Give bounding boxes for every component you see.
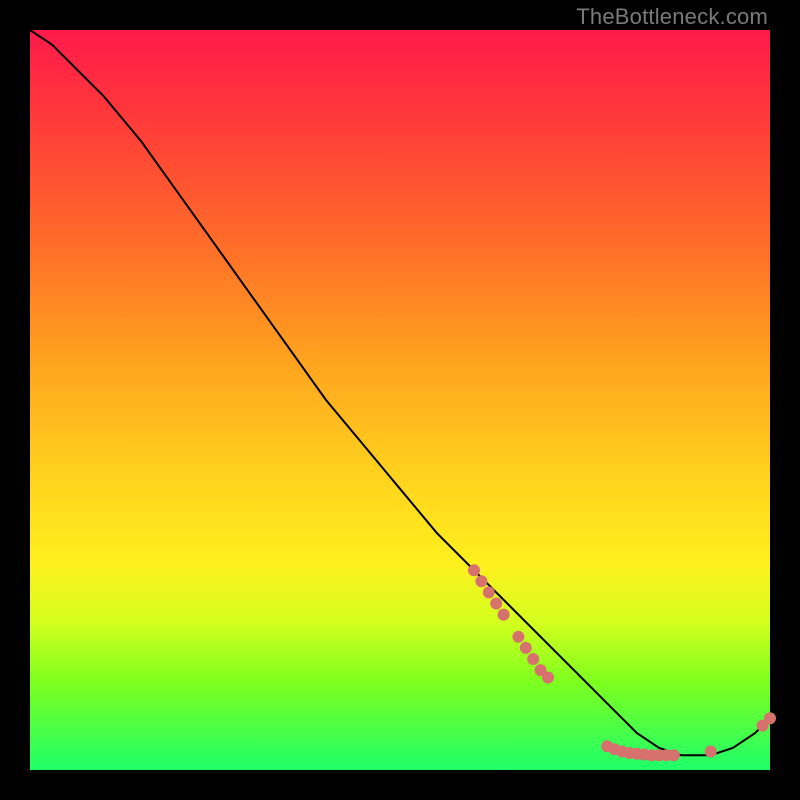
chart-svg <box>30 30 770 770</box>
data-point <box>527 653 539 665</box>
data-point <box>764 712 776 724</box>
data-point <box>668 749 680 761</box>
data-point <box>542 672 554 684</box>
data-point <box>498 609 510 621</box>
data-point <box>705 746 717 758</box>
data-points <box>468 564 776 761</box>
data-point <box>468 564 480 576</box>
watermark-text: TheBottleneck.com <box>576 4 768 30</box>
plot-area <box>30 30 770 770</box>
chart-frame: TheBottleneck.com <box>0 0 800 800</box>
data-point <box>483 586 495 598</box>
data-point <box>490 598 502 610</box>
data-point <box>520 642 532 654</box>
bottleneck-curve <box>30 30 770 755</box>
data-point <box>512 631 524 643</box>
data-point <box>475 575 487 587</box>
